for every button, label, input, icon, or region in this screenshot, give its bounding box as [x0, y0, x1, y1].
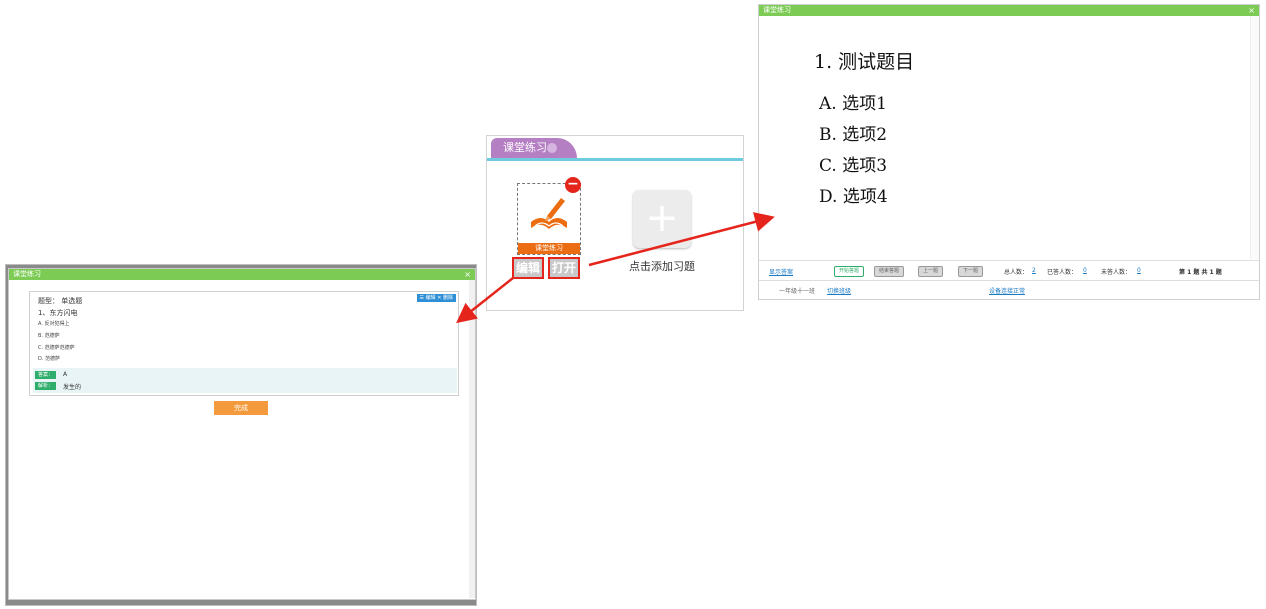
arrow-to-edit-dialog — [456, 277, 514, 324]
annotation-arrows — [456, 212, 775, 324]
arrow-to-display-window — [588, 212, 775, 267]
